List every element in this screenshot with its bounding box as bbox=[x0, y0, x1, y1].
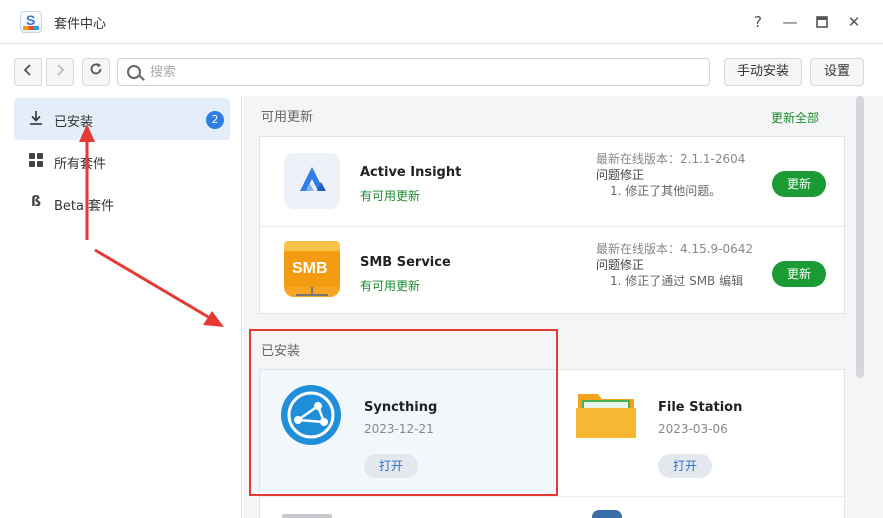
smb-service-icon: SMB bbox=[284, 241, 340, 297]
active-insight-icon bbox=[284, 153, 340, 209]
package-name: Active Insight bbox=[360, 165, 462, 180]
search-box[interactable] bbox=[117, 58, 710, 86]
installed-tile-syncthing[interactable]: Syncthing 2023-12-21 打开 bbox=[260, 370, 553, 496]
maximize-icon[interactable] bbox=[812, 12, 832, 32]
installed-list: Syncthing 2023-12-21 打开 File Station 202… bbox=[259, 369, 846, 518]
minimize-icon[interactable]: — bbox=[780, 12, 800, 32]
beta-icon: ß bbox=[30, 194, 42, 210]
updates-list: Active Insight 有可用更新 最新在线版本：2.1.1-2604 问… bbox=[259, 136, 846, 314]
back-button[interactable] bbox=[14, 58, 42, 86]
refresh-button[interactable] bbox=[82, 58, 110, 86]
next-package-icon bbox=[592, 510, 622, 518]
refresh-icon bbox=[90, 63, 102, 75]
version-info: 最新在线版本：2.1.1-2604 问题修正 1. 修正了其他问题。 bbox=[596, 151, 766, 199]
list-item: Active Insight 有可用更新 最新在线版本：2.1.1-2604 问… bbox=[260, 137, 846, 225]
window-title: 套件中心 bbox=[54, 17, 107, 32]
install-date: 2023-12-21 bbox=[364, 422, 434, 436]
sidebar-item-label: 已安装 bbox=[54, 115, 94, 130]
chevron-right-icon bbox=[57, 64, 65, 76]
installed-count-badge: 2 bbox=[206, 111, 224, 129]
update-button[interactable]: 更新 bbox=[772, 171, 826, 197]
folder-icon bbox=[576, 388, 636, 442]
sidebar-item-installed[interactable]: 已安装 2 bbox=[14, 98, 230, 140]
fix-title: 问题修正 bbox=[596, 168, 645, 182]
fix-item: 1. 修正了通过 SMB 编辑 bbox=[610, 274, 744, 288]
installed-section-title: 已安装 bbox=[261, 344, 301, 359]
package-name: Syncthing bbox=[364, 400, 438, 415]
sidebar-item-label: Beta 套件 bbox=[54, 199, 115, 214]
settings-button[interactable]: 设置 bbox=[810, 58, 864, 86]
download-icon bbox=[28, 110, 44, 126]
scrollbar[interactable] bbox=[856, 96, 864, 378]
search-icon bbox=[127, 65, 141, 79]
fix-item: 1. 修正了其他问题。 bbox=[610, 184, 722, 198]
updates-section-title: 可用更新 bbox=[261, 110, 314, 125]
smb-icon-text: SMB bbox=[292, 260, 328, 277]
open-button[interactable]: 打开 bbox=[658, 454, 712, 478]
version-info: 最新在线版本：4.15.9-0642 问题修正 1. 修正了通过 SMB 编辑 bbox=[596, 241, 766, 289]
package-status: 有可用更新 bbox=[360, 279, 421, 293]
open-button[interactable]: 打开 bbox=[364, 454, 418, 478]
main-content: 可用更新 更新全部 Active Insight 有可用更新 最新在线版本：2.… bbox=[243, 96, 883, 518]
sidebar-item-beta[interactable]: ß Beta 套件 bbox=[14, 182, 230, 224]
latest-version: 最新在线版本：2.1.1-2604 bbox=[596, 152, 746, 166]
sidebar: 已安装 2 所有套件 ß Beta 套件 bbox=[0, 96, 242, 518]
close-icon[interactable]: ✕ bbox=[844, 12, 864, 32]
sidebar-item-all-packages[interactable]: 所有套件 bbox=[14, 140, 230, 182]
sidebar-item-label: 所有套件 bbox=[54, 157, 107, 172]
help-icon[interactable]: ? bbox=[748, 12, 768, 32]
package-status: 有可用更新 bbox=[360, 189, 421, 203]
grid-icon bbox=[28, 152, 44, 168]
installed-tile-file-station[interactable]: File Station 2023-03-06 打开 bbox=[553, 370, 846, 496]
chevron-left-icon bbox=[23, 64, 31, 76]
list-item: SMB SMB Service 有可用更新 最新在线版本：4.15.9-0642… bbox=[260, 226, 846, 314]
install-date: 2023-03-06 bbox=[658, 422, 728, 436]
fix-title: 问题修正 bbox=[596, 258, 645, 272]
forward-button[interactable] bbox=[46, 58, 74, 86]
package-name: File Station bbox=[658, 400, 743, 415]
title-bar: S 套件中心 ? — ✕ bbox=[0, 0, 883, 44]
row-divider bbox=[260, 496, 846, 497]
next-package-icon bbox=[282, 514, 332, 518]
package-name: SMB Service bbox=[360, 255, 451, 270]
update-all-link[interactable]: 更新全部 bbox=[771, 109, 819, 126]
search-input[interactable] bbox=[150, 63, 690, 81]
latest-version: 最新在线版本：4.15.9-0642 bbox=[596, 242, 754, 256]
manual-install-button[interactable]: 手动安装 bbox=[724, 58, 802, 86]
update-button[interactable]: 更新 bbox=[772, 261, 826, 287]
syncthing-icon bbox=[280, 384, 342, 446]
package-center-icon: S bbox=[20, 11, 42, 33]
